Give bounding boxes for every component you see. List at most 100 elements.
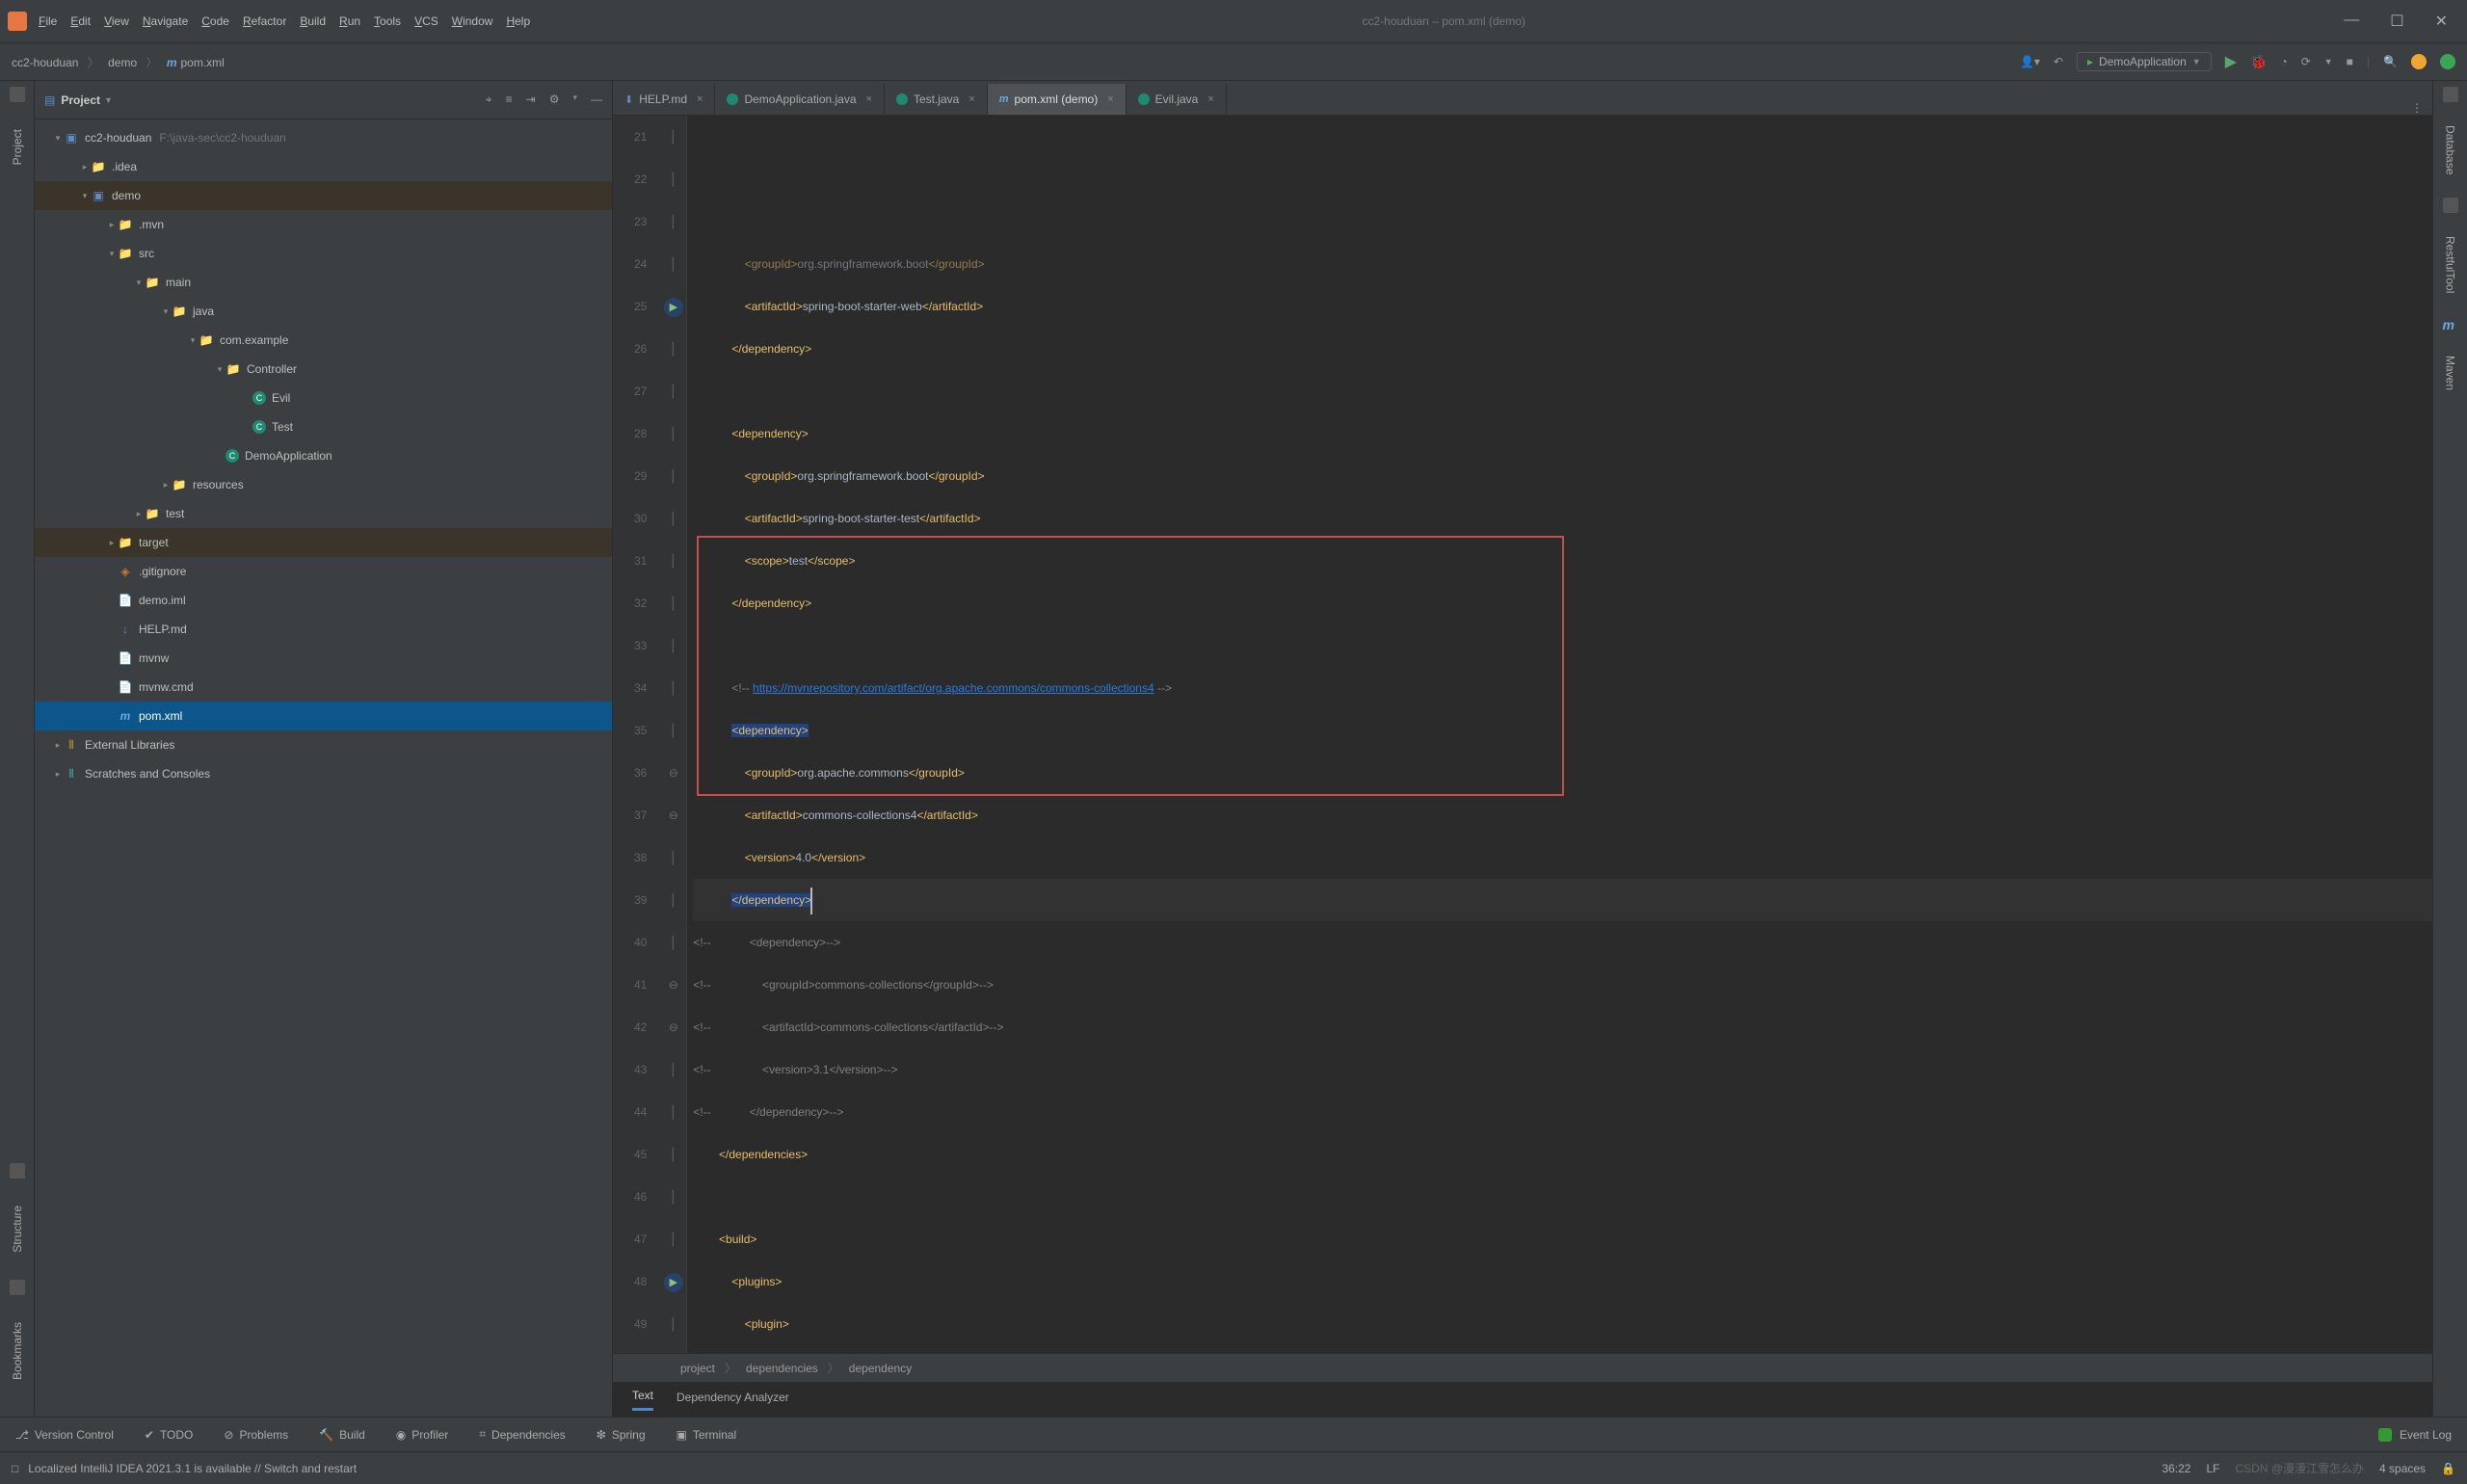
close-tab-icon[interactable]: × <box>1107 93 1113 105</box>
code-line-46[interactable]: <plugin> <box>693 1303 2432 1345</box>
editor-tab-help-md[interactable]: ⬇HELP.md× <box>613 84 715 115</box>
menu-code[interactable]: Code <box>201 14 229 28</box>
crumb-project[interactable]: project <box>680 1362 715 1375</box>
editor-tab-test-java[interactable]: Test.java× <box>885 84 988 115</box>
code-line-47[interactable]: <groupId>org.springframework.boot</group… <box>693 1345 2432 1353</box>
tree-item-help-md[interactable]: ↓HELP.md <box>35 615 612 644</box>
code-line-24[interactable] <box>693 370 2432 412</box>
main-menu[interactable]: FileEditViewNavigateCodeRefactorBuildRun… <box>39 14 544 28</box>
toolwin-dependencies[interactable]: ⌗ Dependencies <box>479 1427 566 1442</box>
code-editor[interactable]: 2122232425262728293031323334353637383940… <box>613 116 2432 1353</box>
coverage-button[interactable]: ◔ <box>2280 55 2287 68</box>
settings-gear-icon[interactable]: ⚙ <box>549 93 560 107</box>
bookmarks-tool-label[interactable]: Bookmarks <box>11 1314 24 1388</box>
project-panel-title[interactable]: Project <box>61 93 100 107</box>
event-log-indicator-icon[interactable] <box>2378 1428 2392 1442</box>
code-line-45[interactable]: <plugins> <box>693 1260 2432 1303</box>
tree-item-java[interactable]: ▾📁java <box>35 297 612 326</box>
menu-refactor[interactable]: Refactor <box>243 14 286 28</box>
code-line-26[interactable]: <groupId>org.springframework.boot</group… <box>693 455 2432 497</box>
code-line-43[interactable] <box>693 1176 2432 1218</box>
structure-tool-label[interactable]: Structure <box>11 1198 24 1260</box>
code-line-33[interactable]: <groupId>org.apache.commons</groupId> <box>693 752 2432 794</box>
editor-tabs[interactable]: ⬇HELP.md×DemoApplication.java×Test.java×… <box>613 81 2432 116</box>
code-line-42[interactable]: </dependencies> <box>693 1133 2432 1176</box>
close-button[interactable]: ✕ <box>2435 12 2448 31</box>
toolwin-problems[interactable]: ⊘ Problems <box>224 1428 288 1442</box>
select-opened-file-icon[interactable]: ⌖ <box>486 93 492 107</box>
tree-item-test[interactable]: CTest <box>35 412 612 441</box>
toolwin-profiler[interactable]: ◉ Profiler <box>396 1428 449 1442</box>
code-line-44[interactable]: <build> <box>693 1218 2432 1260</box>
debug-button[interactable]: 🐞 <box>2250 54 2267 70</box>
restful-tool-label[interactable]: RestfulTool <box>2444 228 2457 301</box>
crumb-dependencies[interactable]: dependencies <box>746 1362 818 1375</box>
line-separator[interactable]: LF <box>2206 1462 2219 1475</box>
database-tool-label[interactable]: Database <box>2444 118 2457 182</box>
cursor-position[interactable]: 36:22 <box>2162 1462 2190 1475</box>
more-run-icon[interactable]: ▼ <box>2324 57 2333 66</box>
tabs-more-icon[interactable]: ⋮ <box>2411 101 2423 115</box>
editor-breadcrumbs[interactable]: project〉 dependencies〉 dependency <box>613 1353 2432 1382</box>
user-icon[interactable]: 👤▾ <box>2020 55 2040 68</box>
code-line-21[interactable]: <groupId>org.springframework.boot</group… <box>693 243 2432 285</box>
tree-item-controller[interactable]: ▾📁Controller <box>35 355 612 384</box>
tree-item-demo-iml[interactable]: 📄demo.iml <box>35 586 612 615</box>
ide-status-icon[interactable] <box>2440 54 2455 69</box>
text-tab[interactable]: Text <box>632 1389 653 1411</box>
close-tab-icon[interactable]: × <box>866 93 872 105</box>
status-lock-icon[interactable]: 🔒 <box>2441 1462 2455 1475</box>
bookmarks-tool-icon[interactable] <box>10 1280 25 1295</box>
code-line-23[interactable]: </dependency> <box>693 328 2432 370</box>
code-line-34[interactable]: <artifactId>commons-collections4</artifa… <box>693 794 2432 836</box>
editor-tab-evil-java[interactable]: Evil.java× <box>1127 84 1227 115</box>
close-tab-icon[interactable]: × <box>968 93 974 105</box>
status-toggle-icon[interactable]: □ <box>12 1462 18 1475</box>
tree-item-demoapplication[interactable]: CDemoApplication <box>35 441 612 470</box>
hide-panel-icon[interactable]: — <box>591 93 602 107</box>
toolwin-todo[interactable]: ✔ TODO <box>145 1428 194 1442</box>
code-line-32[interactable]: <dependency> <box>693 709 2432 752</box>
minimize-button[interactable]: — <box>2344 12 2359 31</box>
tree-item-main[interactable]: ▾📁main <box>35 268 612 297</box>
crumb-dependency[interactable]: dependency <box>849 1362 912 1375</box>
menu-tools[interactable]: Tools <box>374 14 401 28</box>
tree-item--mvn[interactable]: ▸📁.mvn <box>35 210 612 239</box>
close-tab-icon[interactable]: × <box>1207 93 1213 105</box>
tree-item-cc2-houduan[interactable]: ▾▣cc2-houduanF:\java-sec\cc2-houduan <box>35 123 612 152</box>
breadcrumb[interactable]: cc2-houduan 〉 demo 〉 mpom.xml <box>12 54 225 70</box>
editor-tab-demoapplication-java[interactable]: DemoApplication.java× <box>715 84 885 115</box>
tree-item-mvnw[interactable]: 📄mvnw <box>35 644 612 673</box>
maximize-button[interactable]: ☐ <box>2390 12 2403 31</box>
menu-run[interactable]: Run <box>339 14 360 28</box>
menu-view[interactable]: View <box>104 14 129 28</box>
tree-item-external-libraries[interactable]: ▸⫴External Libraries <box>35 730 612 759</box>
restful-tool-icon[interactable] <box>2443 198 2458 213</box>
status-message[interactable]: Localized IntelliJ IDEA 2021.3.1 is avai… <box>28 1462 357 1475</box>
menu-help[interactable]: Help <box>506 14 530 28</box>
back-icon[interactable]: ↶ <box>2054 55 2063 68</box>
menu-file[interactable]: File <box>39 14 57 28</box>
code-line-28[interactable]: <scope>test</scope> <box>693 540 2432 582</box>
code-line-25[interactable]: <dependency> <box>693 412 2432 455</box>
breadcrumb-file[interactable]: pom.xml <box>181 56 225 69</box>
tree-item-mvnw-cmd[interactable]: 📄mvnw.cmd <box>35 673 612 702</box>
tree-item-com-example[interactable]: ▾📁com.example <box>35 326 612 355</box>
ide-update-icon[interactable] <box>2411 54 2427 69</box>
project-view-selector[interactable]: ▼ <box>104 95 113 105</box>
collapse-all-icon[interactable]: ⇥ <box>526 93 536 107</box>
profile-button[interactable]: ⟳ <box>2301 55 2311 68</box>
project-tree[interactable]: ▾▣cc2-houduanF:\java-sec\cc2-houduan▸📁.i… <box>35 119 612 1417</box>
code-line-35[interactable]: <version>4.0</version> <box>693 836 2432 879</box>
menu-edit[interactable]: Edit <box>70 14 91 28</box>
breadcrumb-module[interactable]: demo <box>108 56 137 69</box>
menu-vcs[interactable]: VCS <box>414 14 438 28</box>
code-line-27[interactable]: <artifactId>spring-boot-starter-test</ar… <box>693 497 2432 540</box>
tree-item-test[interactable]: ▸📁test <box>35 499 612 528</box>
tree-item-pom-xml[interactable]: mpom.xml <box>35 702 612 730</box>
run-config-selector[interactable]: ▸ DemoApplication ▼ <box>2077 52 2212 71</box>
code-line-31[interactable]: <!-- https://mvnrepository.com/artifact/… <box>693 667 2432 709</box>
code-line-40[interactable]: <!-- <version>3.1</version>--> <box>693 1048 2432 1091</box>
code-line-37[interactable]: <!-- <dependency>--> <box>693 921 2432 964</box>
close-tab-icon[interactable]: × <box>697 93 703 105</box>
